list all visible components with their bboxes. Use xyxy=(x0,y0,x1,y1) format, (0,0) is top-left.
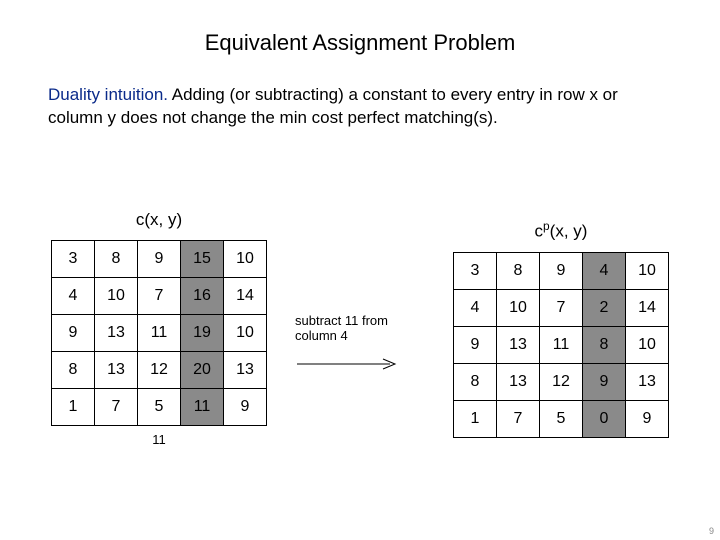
middle-block: subtract 11 from column 4 xyxy=(295,285,425,372)
left-table-block: c(x, y) 38915104107161491311191081312201… xyxy=(51,210,267,447)
table-cell: 10 xyxy=(224,240,267,277)
duality-label: Duality intuition. xyxy=(48,85,168,104)
table-cell: 7 xyxy=(497,400,540,437)
right-table-block: cp(x, y) 3894104107214913118108131291317… xyxy=(453,219,669,438)
slide: Equivalent Assignment Problem Duality in… xyxy=(0,0,720,540)
table-cell: 10 xyxy=(497,289,540,326)
table-cell: 2 xyxy=(583,289,626,326)
table-row: 389410 xyxy=(454,252,669,289)
under-left-note: 11 xyxy=(152,432,166,447)
right-caption-post: (x, y) xyxy=(550,222,588,241)
table-cell: 8 xyxy=(454,363,497,400)
table-cell: 13 xyxy=(95,351,138,388)
table-cell: 13 xyxy=(224,351,267,388)
table-cell: 7 xyxy=(95,388,138,425)
table-cell: 15 xyxy=(181,240,224,277)
table-cell: 9 xyxy=(583,363,626,400)
table-cell: 10 xyxy=(95,277,138,314)
table-cell: 10 xyxy=(626,252,669,289)
table-cell: 9 xyxy=(52,314,95,351)
tables-row: c(x, y) 38915104107161491311191081312201… xyxy=(48,210,672,447)
right-table: 3894104107214913118108131291317509 xyxy=(453,252,669,438)
table-cell: 9 xyxy=(454,326,497,363)
table-cell: 11 xyxy=(540,326,583,363)
table-cell: 10 xyxy=(224,314,267,351)
table-cell: 12 xyxy=(138,351,181,388)
table-cell: 5 xyxy=(540,400,583,437)
table-cell: 8 xyxy=(52,351,95,388)
right-caption: cp(x, y) xyxy=(453,219,669,242)
table-cell: 12 xyxy=(540,363,583,400)
left-table-wrap: 389151041071614913111910813122013175119 … xyxy=(51,240,267,447)
left-table: 389151041071614913111910813122013175119 xyxy=(51,240,267,426)
table-row: 4107214 xyxy=(454,289,669,326)
table-cell: 16 xyxy=(181,277,224,314)
table-cell: 8 xyxy=(95,240,138,277)
table-cell: 9 xyxy=(540,252,583,289)
table-row: 17509 xyxy=(454,400,669,437)
table-cell: 4 xyxy=(52,277,95,314)
table-cell: 14 xyxy=(626,289,669,326)
table-row: 813122013 xyxy=(52,351,267,388)
table-cell: 13 xyxy=(497,363,540,400)
table-cell: 9 xyxy=(626,400,669,437)
table-cell: 10 xyxy=(626,326,669,363)
table-cell: 1 xyxy=(454,400,497,437)
table-cell: 8 xyxy=(583,326,626,363)
table-cell: 13 xyxy=(626,363,669,400)
table-cell: 8 xyxy=(497,252,540,289)
table-row: 175119 xyxy=(52,388,267,425)
table-cell: 1 xyxy=(52,388,95,425)
right-caption-sup: p xyxy=(543,219,550,233)
table-cell: 5 xyxy=(138,388,181,425)
table-cell: 11 xyxy=(138,314,181,351)
left-caption: c(x, y) xyxy=(51,210,267,230)
table-cell: 9 xyxy=(138,240,181,277)
table-cell: 0 xyxy=(583,400,626,437)
table-cell: 9 xyxy=(224,388,267,425)
table-cell: 7 xyxy=(540,289,583,326)
table-cell: 13 xyxy=(95,314,138,351)
table-cell: 7 xyxy=(138,277,181,314)
table-row: 91311810 xyxy=(454,326,669,363)
table-cell: 13 xyxy=(497,326,540,363)
right-table-wrap: 3894104107214913118108131291317509 xyxy=(453,252,669,438)
slide-title: Equivalent Assignment Problem xyxy=(48,30,672,56)
arrow-note: subtract 11 from column 4 xyxy=(295,313,425,344)
page-number: 9 xyxy=(709,526,714,536)
table-row: 81312913 xyxy=(454,363,669,400)
table-cell: 4 xyxy=(583,252,626,289)
table-row: 41071614 xyxy=(52,277,267,314)
table-cell: 3 xyxy=(454,252,497,289)
table-cell: 11 xyxy=(181,388,224,425)
table-cell: 3 xyxy=(52,240,95,277)
table-cell: 4 xyxy=(454,289,497,326)
right-caption-pre: c xyxy=(535,222,544,241)
table-cell: 19 xyxy=(181,314,224,351)
table-cell: 14 xyxy=(224,277,267,314)
table-row: 913111910 xyxy=(52,314,267,351)
table-row: 3891510 xyxy=(52,240,267,277)
arrow-icon xyxy=(295,356,405,372)
table-cell: 20 xyxy=(181,351,224,388)
body-text: Duality intuition. Adding (or subtractin… xyxy=(48,84,672,130)
